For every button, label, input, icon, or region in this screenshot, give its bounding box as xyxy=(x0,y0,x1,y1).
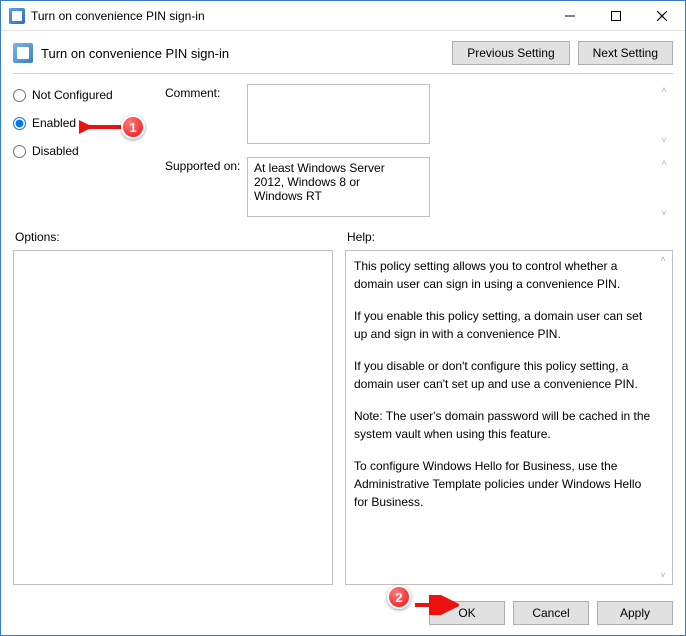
maximize-icon xyxy=(611,11,621,21)
supported-textarea[interactable] xyxy=(247,157,430,217)
help-p5: To configure Windows Hello for Business,… xyxy=(354,457,654,511)
help-label: Help: xyxy=(347,230,375,244)
config-row: Not Configured Enabled Disabled Comment:… xyxy=(1,76,685,220)
help-p3: If you disable or don't configure this p… xyxy=(354,357,654,393)
annotation-badge-1: 1 xyxy=(121,115,145,139)
close-button[interactable] xyxy=(639,1,685,30)
supported-wrap: ˄˅ xyxy=(247,157,673,220)
chevron-down-icon: ˅ xyxy=(657,136,671,145)
radio-enabled-label: Enabled xyxy=(32,116,76,130)
help-p2: If you enable this policy setting, a dom… xyxy=(354,307,654,343)
chevron-up-icon: ˄ xyxy=(657,86,671,95)
comment-scroll-indicator: ˄˅ xyxy=(657,86,671,145)
supported-label: Supported on: xyxy=(165,157,241,173)
chevron-up-icon: ˄ xyxy=(656,253,670,267)
help-pane[interactable]: This policy setting allows you to contro… xyxy=(345,250,673,585)
options-pane[interactable] xyxy=(13,250,333,585)
help-p4: Note: The user's domain password will be… xyxy=(354,407,654,443)
help-scroll-indicator: ˄˅ xyxy=(656,253,670,582)
close-icon xyxy=(657,11,667,21)
radio-not-configured-input[interactable] xyxy=(13,89,26,102)
maximize-button[interactable] xyxy=(593,1,639,30)
radio-disabled-label: Disabled xyxy=(32,144,79,158)
apply-button[interactable]: Apply xyxy=(597,601,673,625)
policy-header-icon xyxy=(13,43,33,63)
cancel-button[interactable]: Cancel xyxy=(513,601,589,625)
help-p1: This policy setting allows you to contro… xyxy=(354,257,654,293)
window-title: Turn on convenience PIN sign-in xyxy=(31,9,547,23)
next-setting-button[interactable]: Next Setting xyxy=(578,41,673,65)
divider xyxy=(13,73,673,74)
policy-icon xyxy=(9,8,25,24)
comment-textarea[interactable] xyxy=(247,84,430,144)
chevron-down-icon: ˅ xyxy=(657,209,671,218)
chevron-up-icon: ˄ xyxy=(657,159,671,168)
field-column: Comment: ˄˅ Supported on: ˄˅ xyxy=(165,84,673,220)
radio-disabled-input[interactable] xyxy=(13,145,26,158)
annotation-badge-2: 2 xyxy=(387,585,411,609)
chevron-down-icon: ˅ xyxy=(656,569,670,583)
comment-row: Comment: ˄˅ xyxy=(165,84,673,147)
annotation-arrow-2 xyxy=(413,595,459,615)
header-row: Turn on convenience PIN sign-in Previous… xyxy=(1,31,685,73)
radio-enabled-input[interactable] xyxy=(13,117,26,130)
section-labels: Options: Help: xyxy=(1,220,685,246)
comment-wrap: ˄˅ xyxy=(247,84,673,147)
options-label: Options: xyxy=(15,230,335,244)
previous-setting-button[interactable]: Previous Setting xyxy=(452,41,569,65)
minimize-icon xyxy=(565,11,575,21)
radio-disabled[interactable]: Disabled xyxy=(13,144,153,158)
radio-not-configured-label: Not Configured xyxy=(32,88,113,102)
footer-buttons: OK Cancel Apply xyxy=(1,593,685,635)
supported-row: Supported on: ˄˅ xyxy=(165,157,673,220)
title-bar[interactable]: Turn on convenience PIN sign-in xyxy=(1,1,685,31)
radio-not-configured[interactable]: Not Configured xyxy=(13,88,153,102)
dialog-window: Turn on convenience PIN sign-in Turn on … xyxy=(0,0,686,636)
policy-header-title: Turn on convenience PIN sign-in xyxy=(41,46,452,61)
state-radio-group: Not Configured Enabled Disabled xyxy=(13,84,153,220)
panes: This policy setting allows you to contro… xyxy=(1,246,685,593)
supported-scroll-indicator: ˄˅ xyxy=(657,159,671,218)
annotation-arrow-1 xyxy=(79,117,125,137)
window-controls xyxy=(547,1,685,30)
comment-label: Comment: xyxy=(165,84,241,100)
minimize-button[interactable] xyxy=(547,1,593,30)
nav-buttons: Previous Setting Next Setting xyxy=(452,41,673,65)
